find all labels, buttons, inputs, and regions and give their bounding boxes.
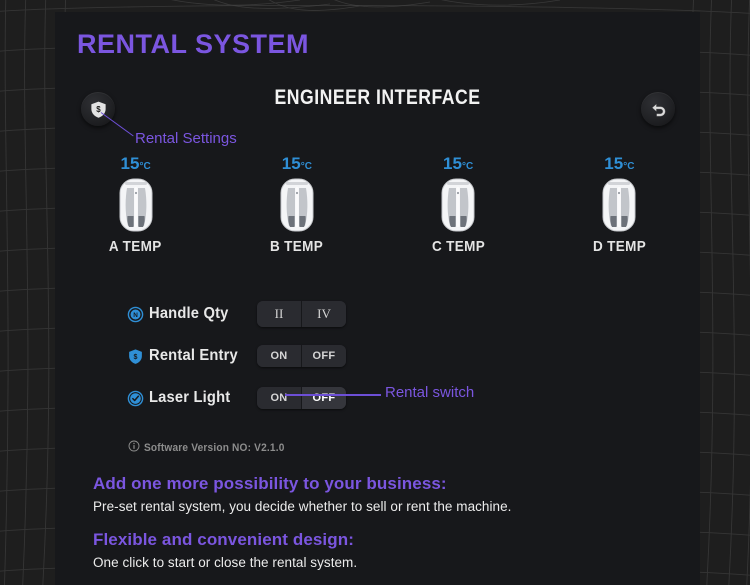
control-row-rental-entry: $ Rental Entry ON OFF	[127, 338, 547, 374]
handle-qty-segmented-control: II IV	[257, 301, 346, 327]
settings-callout-line	[100, 112, 134, 137]
info-icon	[128, 439, 140, 457]
circle-check-icon	[127, 390, 144, 407]
temperature-value: 15°C	[443, 154, 474, 173]
control-label: Handle Qty	[149, 305, 229, 322]
back-button[interactable]	[641, 92, 675, 126]
temperature-row: 15°C A TEMP 15°C B TEMP 15°C C TEMP 15°C…	[55, 154, 700, 255]
temperature-value: 15°C	[604, 154, 635, 173]
rental-entry-segmented-control: ON OFF	[257, 345, 346, 367]
back-arrow-icon	[651, 103, 665, 116]
svg-text:$: $	[134, 353, 138, 361]
marketing-copy: Add one more possibility to your busines…	[93, 474, 673, 570]
page-title: ENGINEER INTERFACE	[274, 86, 481, 109]
shield-dollar-icon: $	[127, 348, 144, 365]
temperature-label: B TEMP	[270, 238, 324, 255]
laser-light-option-on[interactable]: ON	[257, 387, 302, 409]
copy-body: Pre-set rental system, you decide whethe…	[93, 499, 512, 514]
rental-entry-option-on[interactable]: ON	[257, 345, 302, 367]
temperature-value: 15°C	[281, 154, 312, 173]
control-label: Laser Light	[149, 389, 231, 406]
handle-qty-option-2[interactable]: II	[257, 301, 302, 327]
svg-text:N: N	[133, 312, 138, 319]
device-capsule-icon	[280, 178, 314, 232]
temperature-cell: 15°C B TEMP	[237, 154, 357, 255]
control-row-laser-light: Laser Light ON OFF	[127, 380, 547, 416]
switch-callout-label: Rental switch	[385, 384, 475, 401]
temperature-cell: 15°C A TEMP	[76, 154, 196, 255]
temperature-value: 15°C	[120, 154, 151, 173]
temperature-label: D TEMP	[592, 238, 646, 255]
brand-title: RENTAL SYSTEM	[77, 29, 310, 59]
temperature-cell: 15°C D TEMP	[559, 154, 679, 255]
rental-settings-button[interactable]: $	[81, 92, 115, 126]
laser-light-option-off[interactable]: OFF	[302, 387, 346, 409]
laser-light-segmented-control: ON OFF	[257, 387, 346, 409]
control-row-handle-qty: N Handle Qty II IV	[127, 296, 547, 332]
engineer-interface-panel: RENTAL SYSTEM ENGINEER INTERFACE $ Renta…	[55, 12, 700, 585]
settings-callout-label: Rental Settings	[135, 130, 237, 147]
temperature-label: C TEMP	[431, 238, 485, 255]
handle-qty-option-4[interactable]: IV	[302, 301, 346, 327]
device-capsule-icon	[602, 178, 636, 232]
temperature-cell: 15°C C TEMP	[398, 154, 518, 255]
switch-callout-line	[285, 394, 381, 396]
rental-entry-option-off[interactable]: OFF	[302, 345, 346, 367]
copy-heading: Add one more possibility to your busines…	[93, 474, 447, 493]
temperature-label: A TEMP	[109, 238, 162, 255]
software-version-row: Software Version NO: V2.1.0	[128, 439, 297, 457]
copy-heading: Flexible and convenient design:	[93, 530, 354, 549]
circle-n-icon: N	[127, 306, 144, 323]
device-capsule-icon	[441, 178, 475, 232]
software-version-text: Software Version NO: V2.1.0	[144, 442, 285, 454]
control-label: Rental Entry	[149, 347, 238, 364]
copy-body: One click to start or close the rental s…	[93, 555, 358, 570]
device-capsule-icon	[119, 178, 153, 232]
control-list: N Handle Qty II IV $ Rental Entry ON OFF	[127, 296, 547, 422]
